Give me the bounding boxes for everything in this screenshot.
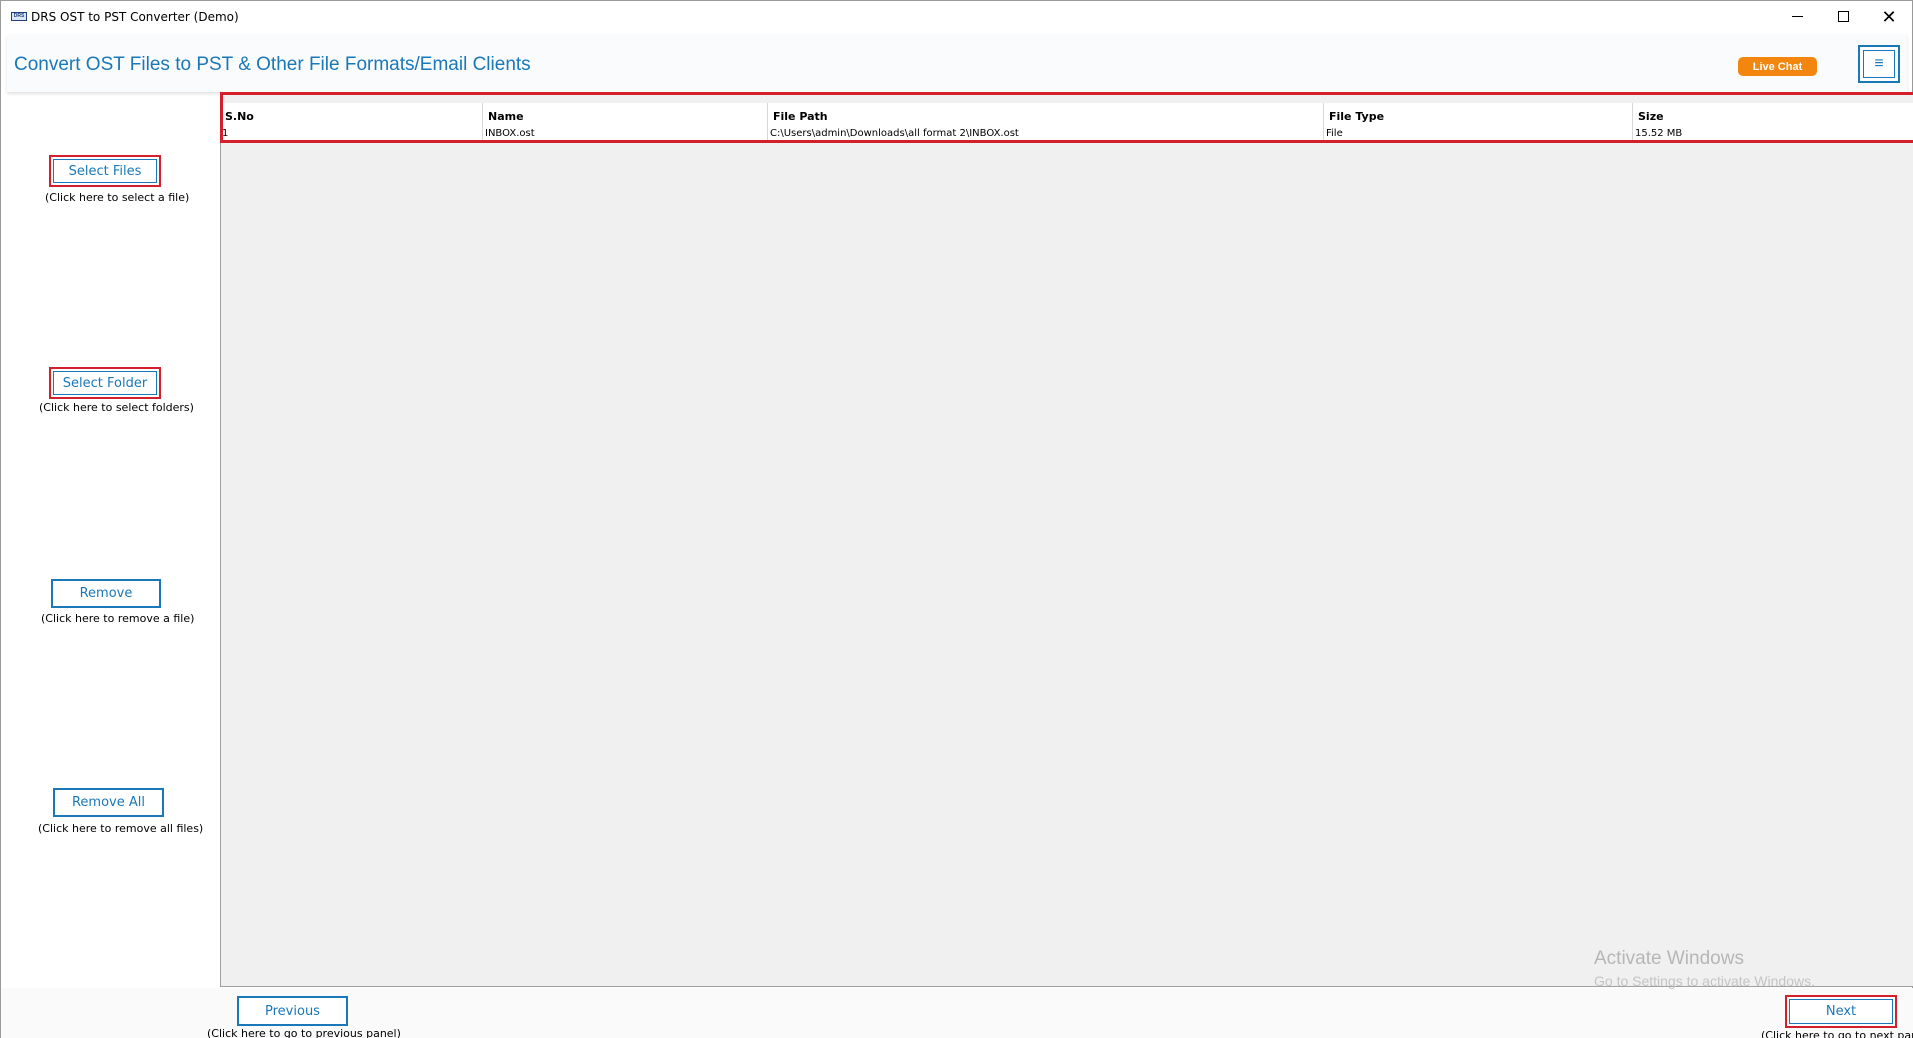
maximize-icon [1837, 11, 1849, 22]
title-bar: DRS DRS OST to PST Converter (Demo) ✕ [1, 1, 1912, 32]
file-list-panel[interactable] [220, 94, 1913, 987]
select-files-button[interactable]: Select Files [49, 155, 161, 187]
minimize-button[interactable] [1774, 1, 1820, 32]
next-hint: (Click here to go to next panel) [1761, 1029, 1913, 1038]
next-label: Next [1789, 999, 1893, 1024]
next-button[interactable]: Next [1785, 995, 1897, 1028]
remove-button[interactable]: Remove [51, 579, 161, 608]
select-files-hint: (Click here to select a file) [45, 191, 190, 204]
app-window: DRS DRS OST to PST Converter (Demo) ✕ Co… [0, 0, 1913, 1038]
app-header: Convert OST Files to PST & Other File Fo… [7, 34, 1907, 92]
close-button[interactable]: ✕ [1866, 1, 1912, 32]
select-files-label: Select Files [53, 159, 157, 183]
maximize-button[interactable] [1820, 1, 1866, 32]
select-folder-label: Select Folder [53, 371, 157, 395]
activate-windows-subtext: Go to Settings to activate Windows. [1594, 973, 1815, 989]
minimize-icon [1791, 16, 1803, 17]
live-chat-button[interactable]: Live Chat [1738, 57, 1817, 76]
remove-all-hint: (Click here to remove all files) [38, 822, 204, 835]
select-folder-hint: (Click here to select folders) [39, 401, 194, 414]
previous-hint: (Click here to go to previous panel) [207, 1027, 401, 1038]
select-folder-button[interactable]: Select Folder [49, 367, 161, 399]
app-icon: DRS [11, 12, 27, 21]
previous-button[interactable]: Previous [237, 996, 348, 1026]
menu-button[interactable]: ≡ [1858, 45, 1900, 83]
remove-all-button[interactable]: Remove All [53, 788, 164, 817]
hamburger-menu-icon: ≡ [1863, 50, 1895, 78]
page-title: Convert OST Files to PST & Other File Fo… [14, 54, 531, 75]
close-icon: ✕ [1881, 6, 1897, 27]
activate-windows-watermark: Activate Windows [1594, 948, 1744, 969]
remove-hint: (Click here to remove a file) [41, 612, 195, 625]
file-table-highlight [220, 92, 1913, 143]
window-title: DRS OST to PST Converter (Demo) [31, 10, 239, 24]
